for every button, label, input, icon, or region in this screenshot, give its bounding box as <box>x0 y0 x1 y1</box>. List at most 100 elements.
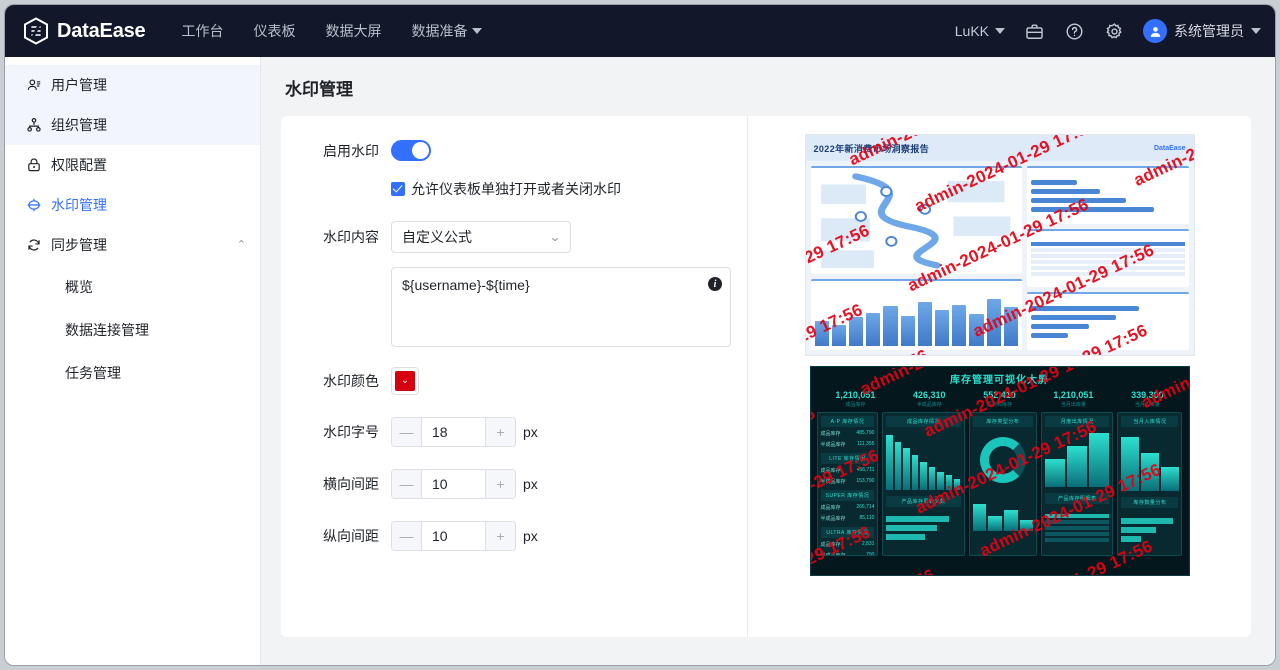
horizontal-spacing-decrement[interactable]: — <box>392 470 422 498</box>
stat-group-title: ULTRA 库存情况 <box>820 527 875 538</box>
horizontal-spacing-unit: px <box>523 476 538 492</box>
allow-dashboard-checkbox-line[interactable]: 允许仪表板单独打开或者关闭水印 <box>391 179 621 199</box>
dark-kpi-row: 1,210,051 成品库存 426,310 半成品库存 552,410 原材料… <box>811 388 1189 412</box>
stat-val: 456,711 <box>856 467 875 473</box>
nav-label: 数据大屏 <box>325 23 382 39</box>
dark-bar-panel: 成品库存情况 产品库存周转天数 <box>882 412 965 556</box>
stat-group: 成品库存 2,831 半成品库存 790 <box>820 541 875 556</box>
account-menu[interactable]: 系统管理员 <box>1143 19 1261 43</box>
watermark-form: 启用水印 . 允许仪表板单独打开或者关闭水印 水印内容 <box>281 116 748 637</box>
chevron-down-icon <box>995 28 1005 34</box>
vertical-spacing-stepper[interactable]: — 10 + <box>391 521 516 551</box>
chevron-down-icon: ⌄ <box>400 375 410 386</box>
sidebar-item-sync[interactable]: 同步管理 ⌃ <box>5 225 260 265</box>
app-window: DataEase 工作台 仪表板 数据大屏 数据准备 LuKK 系统管理员 用户… <box>4 4 1276 666</box>
stat-key: 成品库存 <box>820 505 841 511</box>
curve-icon <box>820 173 1011 269</box>
nav-item-workbench[interactable]: 工作台 <box>181 21 223 41</box>
users-icon <box>25 77 42 94</box>
info-icon[interactable]: i <box>708 277 722 291</box>
light-chart-bars <box>810 278 1023 350</box>
kpi-card: 1,210,051 当月出库量 <box>1053 390 1093 408</box>
font-size-stepper[interactable]: — 18 + <box>391 417 516 447</box>
stat-group: 成品库存 485,790 半成品库存 111,355 <box>821 430 875 448</box>
org-tree-icon <box>25 117 42 134</box>
row-allow-dashboard: . 允许仪表板单独打开或者关闭水印 <box>303 179 747 199</box>
panel-title: 产品库存周转天数 <box>886 495 961 507</box>
bar-rows <box>1121 511 1178 549</box>
nav-item-bigscreen[interactable]: 数据大屏 <box>325 21 381 41</box>
kpi-card: 339,300 当月入库量 <box>1131 390 1164 408</box>
sidebar-item-org[interactable]: 组织管理 <box>5 105 260 145</box>
vertical-spacing-decrement[interactable]: — <box>392 522 422 550</box>
row-watermark-content: 水印内容 自定义公式 ⌄ <box>303 221 747 253</box>
stat-key: 半成品库存 <box>820 516 846 522</box>
panel-title: 月度出库情况 <box>1045 416 1110 427</box>
sidebar-subitem-datasource[interactable]: 数据连接管理 <box>5 308 260 351</box>
dark-donut-panel: 库存类型分布 <box>968 412 1038 556</box>
allow-dashboard-label: 允许仪表板单独打开或者关闭水印 <box>411 181 621 197</box>
help-circle-icon[interactable] <box>1063 20 1085 42</box>
stat-group: 成品库存 456,711 半成品库存 153,790 <box>821 467 875 485</box>
dark-dashboard-title: 库存管理可视化大屏 <box>950 375 1049 386</box>
kpi-label: 成品库存 <box>845 402 866 408</box>
enable-watermark-toggle[interactable] <box>391 140 431 161</box>
stat-val: 790 <box>866 552 875 556</box>
sidebar-item-permissions[interactable]: 权限配置 <box>5 145 260 185</box>
chevron-up-icon[interactable]: ⌃ <box>237 239 246 251</box>
stat-group-title: SUPER 库存情况 <box>820 490 875 501</box>
stat-key: 成品库存 <box>820 542 841 548</box>
stat-row: 半成品库存 153,790 <box>821 478 875 485</box>
formula-textarea[interactable] <box>391 267 731 347</box>
stat-row: 半成品库存 111,355 <box>821 441 875 448</box>
dark-stats-panel: A-P 库存情况 成品库存 485,790 半成品库存 111,355 LITE… <box>816 412 879 556</box>
font-size-decrement[interactable]: — <box>392 418 422 446</box>
stat-key: 半成品库存 <box>820 553 846 556</box>
light-dashboard-brand: DataEase <box>1153 144 1186 152</box>
header-actions: LuKK 系统管理员 <box>955 19 1261 43</box>
workspace-label: LuKK <box>954 23 989 39</box>
bar-chart <box>886 430 961 490</box>
allow-dashboard-checkbox[interactable] <box>391 182 405 196</box>
nav-label: 仪表板 <box>253 23 296 39</box>
sidebar-item-watermark[interactable]: 水印管理 <box>5 185 260 225</box>
watermark-color-picker[interactable]: ⌄ <box>391 367 419 395</box>
font-size-increment[interactable]: + <box>485 418 515 446</box>
gear-icon[interactable] <box>1103 20 1125 42</box>
kpi-card: 552,410 原材料库存 <box>983 390 1016 408</box>
chevron-down-icon <box>472 28 483 34</box>
horizontal-spacing-increment[interactable]: + <box>485 470 515 498</box>
bar-chart <box>814 285 1019 346</box>
stat-group-title: LITE 库存情况 <box>820 453 875 464</box>
nav-item-dashboard[interactable]: 仪表板 <box>253 21 295 41</box>
nav-label: 工作台 <box>181 23 224 39</box>
sidebar: 用户管理 组织管理 权限配置 水印管理 同步管理 ⌃ 概览 数据连接管理 任务管… <box>5 57 261 665</box>
sidebar-item-label: 用户管理 <box>51 77 107 93</box>
dark-inbound-panel: 当月入库情况 库存数量分布 <box>1117 412 1183 556</box>
row-font-size: 水印字号 — 18 + px <box>303 417 747 447</box>
sidebar-item-users[interactable]: 用户管理 <box>5 65 260 105</box>
stat-key: 半成品库存 <box>820 479 846 485</box>
font-size-unit: px <box>523 424 538 440</box>
toolbox-icon[interactable] <box>1023 20 1045 42</box>
workspace-switcher[interactable]: LuKK <box>955 23 1005 39</box>
body: 用户管理 组织管理 权限配置 水印管理 同步管理 ⌃ 概览 数据连接管理 任务管… <box>5 57 1275 665</box>
account-name: 系统管理员 <box>1174 23 1244 39</box>
lock-icon <box>25 157 42 174</box>
nav-item-data-prep[interactable]: 数据准备 <box>411 21 483 41</box>
horizontal-spacing-stepper[interactable]: — 10 + <box>391 469 516 499</box>
font-size-value[interactable]: 18 <box>422 418 485 446</box>
sidebar-subitem-tasks[interactable]: 任务管理 <box>5 351 260 394</box>
sidebar-item-label: 组织管理 <box>51 117 107 133</box>
light-chart-rows-1 <box>1027 166 1189 224</box>
horizontal-spacing-value[interactable]: 10 <box>422 470 485 498</box>
vertical-spacing-increment[interactable]: + <box>485 522 515 550</box>
sidebar-subitem-overview[interactable]: 概览 <box>5 265 260 308</box>
brand-logo-group[interactable]: DataEase <box>23 17 146 45</box>
stat-val: 266,714 <box>856 504 875 510</box>
donut-chart <box>979 437 1026 483</box>
hexagon-logo-icon <box>23 17 49 45</box>
sidebar-subitem-label: 数据连接管理 <box>65 321 149 338</box>
watermark-content-select[interactable]: 自定义公式 ⌄ <box>391 221 571 253</box>
vertical-spacing-value[interactable]: 10 <box>422 522 485 550</box>
